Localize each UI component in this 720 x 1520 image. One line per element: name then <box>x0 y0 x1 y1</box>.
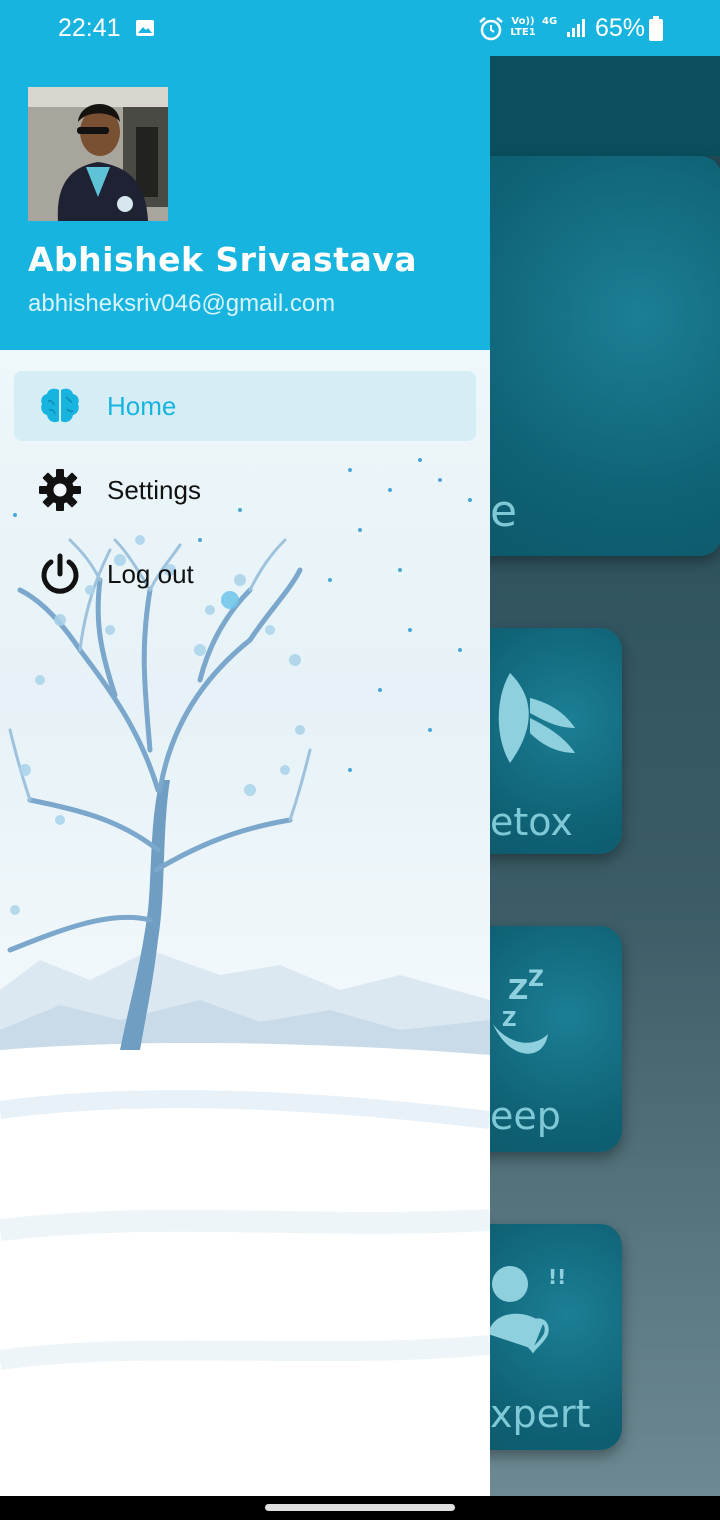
status-time: 22:41 <box>58 14 121 42</box>
navigation-bar <box>0 1496 720 1520</box>
svg-text:Z: Z <box>528 967 544 992</box>
power-icon <box>38 552 82 596</box>
svg-text:!!: !! <box>548 1265 566 1289</box>
background-card-label: xpert <box>490 1392 591 1436</box>
status-bar: 22:41 Vo)) LTE1 4G 65% <box>0 0 720 56</box>
battery-icon <box>649 16 663 41</box>
battery-percent: 65% <box>595 14 646 42</box>
menu-item-logout[interactable]: Log out <box>14 539 476 609</box>
signal-icon <box>567 19 585 37</box>
volte-indicator: Vo)) LTE1 <box>510 16 536 38</box>
background-card-label: e <box>490 486 518 537</box>
profile-photo <box>28 87 168 221</box>
network-type: 4G <box>542 16 558 27</box>
avatar[interactable] <box>28 87 168 221</box>
menu-item-settings[interactable]: Settings <box>14 455 476 525</box>
menu-item-home[interactable]: Home <box>14 371 476 441</box>
background-card-label: etox <box>490 800 573 844</box>
user-name: Abhishek Srivastava <box>28 240 418 279</box>
gallery-icon <box>136 20 154 36</box>
navigation-drawer: Abhishek Srivastava abhisheksriv046@gmai… <box>0 0 490 1496</box>
svg-text:Z: Z <box>502 1007 517 1031</box>
moon-sleep-icon: Z Z Z <box>493 967 548 1054</box>
alarm-icon <box>479 17 503 41</box>
expert-icon: !! <box>488 1265 566 1354</box>
menu-item-label: Settings <box>107 474 201 505</box>
lotus-icon <box>498 673 575 763</box>
menu-item-label: Home <box>107 390 177 421</box>
screen: e etox Z Z Z eep !! xpert Abhishek Sriva… <box>0 0 720 1520</box>
svg-text:Z: Z <box>508 973 528 1006</box>
user-email: abhisheksriv046@gmail.com <box>28 290 336 317</box>
menu-item-label: Log out <box>107 558 194 589</box>
background-card-label: eep <box>490 1094 561 1138</box>
gear-icon <box>38 468 82 512</box>
brain-icon <box>38 384 82 428</box>
home-gesture-handle[interactable] <box>265 1504 455 1511</box>
